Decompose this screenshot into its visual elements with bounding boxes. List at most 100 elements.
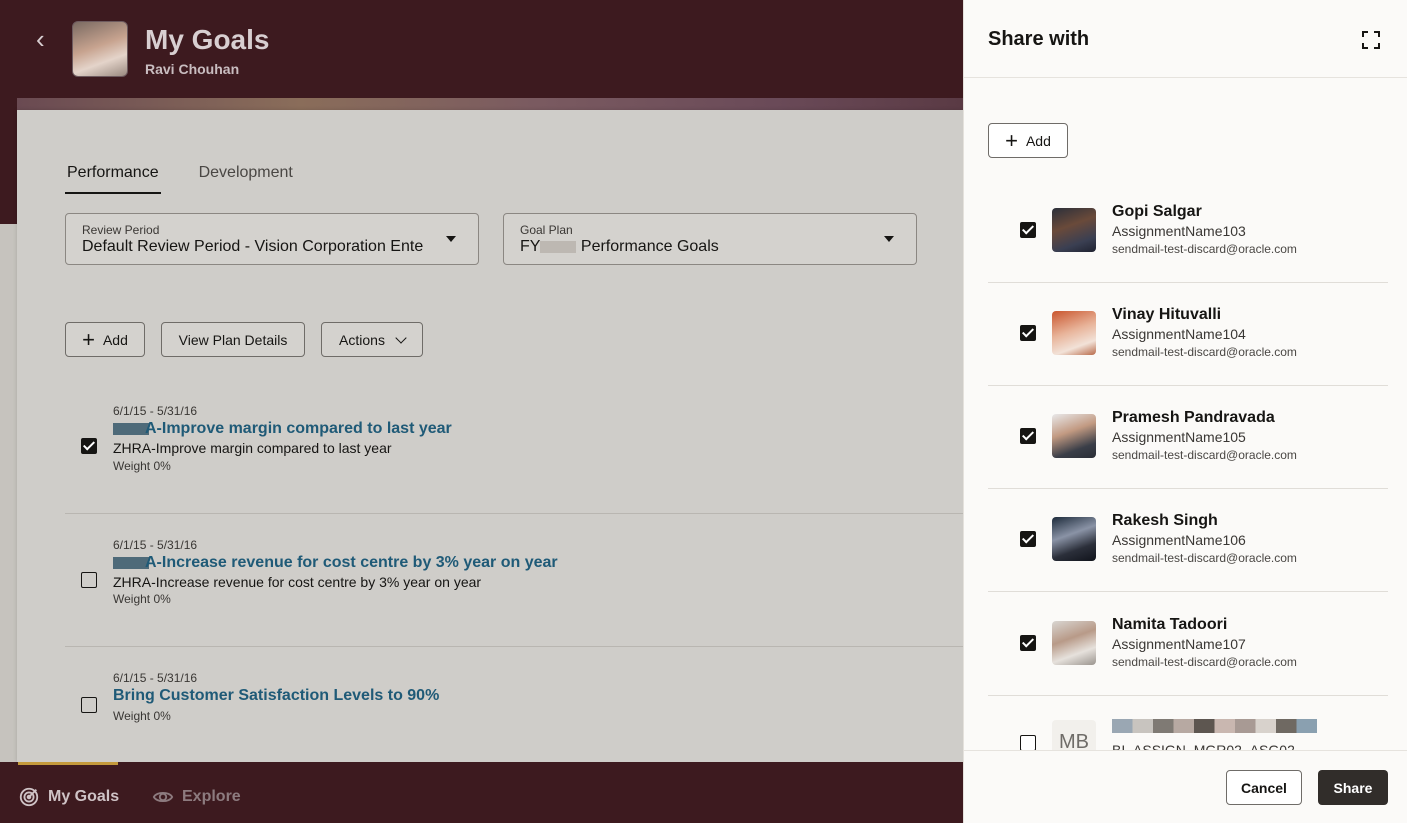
bottom-nav: My Goals Explore [0, 762, 963, 823]
goal-title-text: A-Improve margin compared to last year [145, 420, 452, 437]
person-assignment: BI_ASSIGN_MGR02_ASG02 [1112, 742, 1295, 750]
avatar [1052, 208, 1096, 252]
add-goal-button[interactable]: + Add [65, 322, 145, 357]
goal-weight: Weight 0% [113, 459, 171, 473]
goal-list-item: 6/1/15 - 5/31/16 A-Increase revenue for … [65, 536, 963, 648]
goal-dates: 6/1/15 - 5/31/16 [113, 404, 198, 418]
person-assignment: AssignmentName107 [1112, 636, 1246, 652]
goal-description: ZHRA-Improve margin compared to last yea… [113, 440, 392, 456]
list-item: Namita Tadoori AssignmentName107 sendmai… [988, 593, 1388, 696]
goals-card: Performance Development Review Period De… [17, 110, 963, 762]
list-item: Rakesh Singh AssignmentName106 sendmail-… [988, 489, 1388, 592]
list-item: Gopi Salgar AssignmentName103 sendmail-t… [988, 180, 1388, 283]
redacted-text [113, 556, 149, 569]
person-email: sendmail-test-discard@oracle.com [1112, 655, 1297, 669]
target-icon [19, 787, 39, 807]
avatar-initials: MB [1052, 720, 1096, 750]
goal-title-link[interactable]: A-Increase revenue for cost centre by 3%… [113, 554, 558, 572]
chevron-down-icon [395, 331, 407, 344]
expand-icon[interactable] [1361, 30, 1381, 50]
avatar [1052, 311, 1096, 355]
goal-weight: Weight 0% [113, 592, 171, 606]
avatar [1052, 621, 1096, 665]
goals-page: ‹ My Goals Ravi Chouhan Performance Deve… [0, 0, 963, 823]
person-assignment: AssignmentName104 [1112, 326, 1246, 342]
goal-plan-prefix: FY [520, 238, 541, 255]
nav-explore-label: Explore [182, 788, 241, 805]
redacted-text [540, 240, 577, 253]
goal-dates: 6/1/15 - 5/31/16 [113, 538, 198, 552]
goal-checkbox[interactable] [81, 697, 97, 713]
avatar [1052, 414, 1096, 458]
person-checkbox[interactable] [1020, 222, 1036, 238]
goal-plan-select[interactable]: Goal Plan FY Performance Goals [503, 213, 917, 265]
person-checkbox[interactable] [1020, 531, 1036, 547]
cancel-button[interactable]: Cancel [1226, 770, 1302, 805]
divider [65, 646, 963, 647]
goal-title-text: A-Increase revenue for cost centre by 3%… [145, 554, 558, 571]
person-name: Gopi Salgar [1112, 203, 1202, 220]
divider [65, 513, 963, 514]
view-plan-details-button[interactable]: View Plan Details [161, 322, 305, 357]
person-checkbox[interactable] [1020, 428, 1036, 444]
review-period-label: Review Period [82, 223, 160, 237]
page-subtitle: Ravi Chouhan [145, 61, 240, 77]
tab-bar: Performance Development [65, 162, 295, 194]
list-item: Pramesh Pandravada AssignmentName105 sen… [988, 386, 1388, 489]
eye-icon [152, 791, 174, 803]
divider [964, 750, 1407, 751]
person-name: Pramesh Pandravada [1112, 409, 1275, 426]
plus-icon: + [1005, 127, 1018, 153]
redacted-text [113, 422, 149, 435]
background-pattern [0, 224, 17, 764]
page-title: My Goals [145, 24, 270, 55]
divider [964, 77, 1407, 78]
goal-list-item: 6/1/15 - 5/31/16 Bring Customer Satisfac… [65, 669, 963, 759]
actions-label: Actions [339, 331, 385, 348]
share-button[interactable]: Share [1318, 770, 1388, 805]
people-list: Gopi Salgar AssignmentName103 sendmail-t… [964, 180, 1407, 750]
tab-development[interactable]: Development [197, 162, 295, 194]
goal-plan-value: FY Performance Goals [520, 238, 865, 256]
person-email: sendmail-test-discard@oracle.com [1112, 242, 1297, 256]
goal-title-link[interactable]: Bring Customer Satisfaction Levels to 90… [113, 687, 439, 705]
person-name: Namita Tadoori [1112, 616, 1228, 633]
goal-title-link[interactable]: A-Improve margin compared to last year [113, 420, 452, 438]
person-assignment: AssignmentName103 [1112, 223, 1246, 239]
nav-explore[interactable]: Explore [152, 786, 241, 808]
person-assignment: AssignmentName105 [1112, 429, 1246, 445]
person-checkbox[interactable] [1020, 325, 1036, 341]
caret-down-icon [446, 236, 456, 242]
goal-weight: Weight 0% [113, 709, 171, 723]
list-item: MB BI_ASSIGN_MGR02_ASG02 [988, 696, 1388, 750]
goal-checkbox[interactable] [81, 572, 97, 588]
add-person-label: Add [1025, 132, 1051, 149]
add-goal-label: Add [102, 331, 128, 348]
nav-my-goals-label: My Goals [48, 788, 120, 805]
tab-performance[interactable]: Performance [65, 162, 161, 194]
goal-dates: 6/1/15 - 5/31/16 [113, 671, 198, 685]
redacted-name [1112, 719, 1317, 733]
goal-plan-label: Goal Plan [520, 223, 573, 237]
avatar [1052, 517, 1096, 561]
person-assignment: AssignmentName106 [1112, 532, 1246, 548]
chevron-left-icon[interactable]: ‹ [36, 26, 45, 52]
person-name: Vinay Hituvalli [1112, 306, 1222, 323]
person-email: sendmail-test-discard@oracle.com [1112, 448, 1297, 462]
share-with-drawer: Share with + Add Gopi Salgar AssignmentN… [963, 0, 1407, 823]
goal-checkbox[interactable] [81, 438, 97, 454]
person-checkbox[interactable] [1020, 735, 1036, 750]
plus-icon: + [82, 326, 95, 352]
person-checkbox[interactable] [1020, 635, 1036, 651]
review-period-select[interactable]: Review Period Default Review Period - Vi… [65, 213, 479, 265]
person-name: Rakesh Singh [1112, 512, 1218, 529]
actions-menu-button[interactable]: Actions [321, 322, 423, 357]
avatar [72, 21, 128, 77]
goal-plan-suffix: Performance Goals [580, 238, 719, 255]
drawer-title: Share with [988, 28, 1090, 50]
nav-my-goals[interactable]: My Goals [18, 786, 119, 808]
person-email: sendmail-test-discard@oracle.com [1112, 551, 1297, 565]
add-person-button[interactable]: + Add [988, 123, 1068, 158]
caret-down-icon [884, 236, 894, 242]
review-period-value: Default Review Period - Vision Corporati… [82, 238, 424, 255]
